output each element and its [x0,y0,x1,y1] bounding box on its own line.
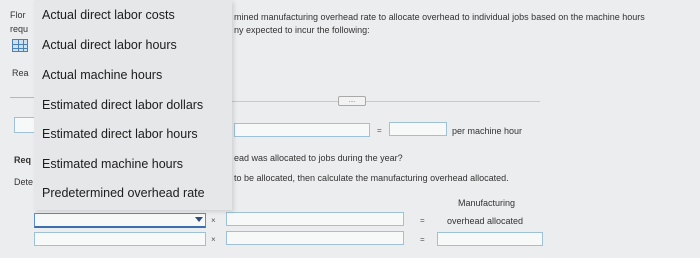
dropdown-option[interactable]: Estimated direct labor dollars [42,95,227,115]
row1-value-input[interactable] [226,212,404,226]
equals-sign: = [377,126,382,135]
dropdown-option[interactable]: Estimated machine hours [42,154,227,174]
expand-button[interactable]: .... [338,96,366,106]
left-text-fragment: Flor [10,10,26,20]
rate-answer-input[interactable] [389,122,447,136]
answer-box[interactable] [14,117,36,133]
left-text-fragment: Rea [12,68,29,78]
column-header: Manufacturing [458,198,516,208]
left-text-fragment: Req [14,155,32,165]
data-table-icon[interactable] [12,39,28,52]
divider [232,101,540,102]
allocation-base-select[interactable] [34,213,206,228]
row2-value-input[interactable] [226,231,404,245]
rate-input-numerator[interactable] [234,123,370,137]
multiply-sign: × [211,216,216,225]
allocation-base-dropdown: Actual direct labor costs Actual direct … [34,0,232,210]
multiply-sign: × [211,235,216,244]
question-text: to be allocated, then calculate the manu… [234,173,509,183]
question-text: ead was allocated to jobs during the yea… [234,153,403,163]
intro-text: mined manufacturing overhead rate to all… [234,12,645,22]
overhead-allocated-input[interactable] [437,232,543,246]
left-text-fragment: Dete [14,177,34,187]
row2-select-input[interactable] [34,232,206,246]
rate-unit-label: per machine hour [452,126,523,136]
dropdown-option[interactable]: Actual direct labor costs [42,5,227,25]
dropdown-option[interactable]: Predetermined overhead rate [42,183,227,203]
chevron-down-icon[interactable] [195,217,203,222]
dropdown-option[interactable]: Actual direct labor hours [42,35,227,55]
intro-text: ny expected to incur the following: [234,25,370,35]
divider [10,97,34,98]
column-header: overhead allocated [447,216,524,226]
dropdown-option[interactable]: Estimated direct labor hours [42,124,227,144]
equals-sign: = [420,235,425,244]
dropdown-option[interactable]: Actual machine hours [42,65,227,85]
equals-sign: = [420,216,425,225]
left-text-fragment: requ [10,24,29,34]
